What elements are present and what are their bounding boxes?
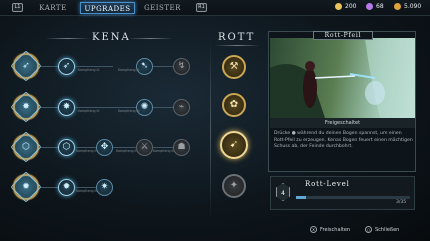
tab-geister[interactable]: GEISTER: [140, 2, 185, 14]
skill-connector: [153, 147, 173, 148]
gem-value: 68: [376, 3, 384, 10]
tab-upgrades[interactable]: UPGRADES: [80, 2, 135, 14]
skill-connector: [153, 66, 173, 67]
sword-icon: ⚔: [140, 142, 149, 152]
skill-node[interactable]: ➷: [136, 58, 153, 75]
gem-icon: [366, 3, 373, 10]
skill-icon: ✷: [100, 182, 109, 192]
skill-icon: ✺: [140, 102, 149, 112]
rank-requirement: Kampfrang III: [78, 109, 100, 113]
skill-connector: [41, 187, 58, 188]
rank-requirement: Kampfrang II: [76, 149, 97, 153]
lock-icon: ↯: [177, 61, 186, 71]
rank-requirement: Kampfrang II: [116, 149, 137, 153]
lock-icon: ⌁: [178, 102, 185, 112]
skill-connector: [41, 147, 58, 148]
hammer-icon: ⚒: [229, 61, 239, 72]
level-progress-fill: [296, 196, 307, 199]
skill-connector: [153, 107, 173, 108]
level-progress-bar: [296, 196, 410, 199]
staff-icon: ✸: [22, 101, 30, 112]
skill-node[interactable]: ⬡: [58, 139, 75, 156]
skill-connector: [75, 187, 96, 188]
preview-scene-graphic: [270, 38, 415, 118]
shield-base-node[interactable]: ⬡: [13, 134, 39, 160]
skill-node[interactable]: ✸: [58, 99, 75, 116]
rott-upgrade-arrow[interactable]: ➹: [220, 131, 248, 159]
next-tab-key[interactable]: R1: [196, 3, 207, 12]
level-progress-text: 3/35: [396, 200, 407, 205]
lock-icon: ☗: [177, 142, 186, 152]
skill-node[interactable]: ✷: [96, 179, 113, 196]
bow-base-node[interactable]: ➶: [13, 53, 39, 79]
tab-karte[interactable]: KARTE: [32, 2, 74, 14]
staff-base-node[interactable]: ✸: [13, 94, 39, 120]
rott-icon: ✿: [229, 99, 239, 110]
coin-value: 200: [345, 3, 357, 10]
skill-icon: ✹: [62, 182, 71, 192]
rott-arrow-icon: ➹: [229, 139, 239, 150]
coin-counter: 200: [335, 3, 356, 10]
bow-icon: ➶: [22, 60, 30, 71]
cross-button-icon: ✕: [310, 226, 317, 233]
bomb-base-node[interactable]: ✹: [13, 174, 39, 200]
divider-ornament: [45, 38, 90, 39]
rank-requirement: Kampfrang III: [118, 68, 140, 72]
unlock-status: Freigeschaltet: [270, 118, 415, 128]
prev-tab-key[interactable]: L1: [12, 3, 23, 12]
close-hint[interactable]: ○ Schließen: [365, 226, 399, 233]
rott-section-title: ROTT: [218, 32, 256, 43]
skill-connector: [75, 107, 136, 108]
locked-skill-node[interactable]: ☗: [173, 139, 190, 156]
skill-connector: [75, 66, 113, 67]
section-separator: [210, 40, 211, 220]
rank-requirement: Kampfrang III: [118, 109, 140, 113]
locked-skill-node[interactable]: ↯: [173, 58, 190, 75]
rank-requirement: Kampfrang III: [78, 68, 100, 72]
divider-ornament: [215, 45, 260, 46]
skill-node[interactable]: ✺: [136, 99, 153, 116]
skill-node[interactable]: ✹: [58, 179, 75, 196]
skill-icon: ✥: [100, 142, 109, 152]
detail-description: Drücke ● während du deinen Bogen spannst…: [274, 131, 413, 149]
skill-icon: ➶: [62, 61, 71, 71]
skill-connector: [41, 107, 58, 108]
rott-upgrade-hammer[interactable]: ⚒: [222, 55, 246, 79]
karma-icon: [394, 3, 401, 10]
rank-requirement: Kampfrang III: [153, 149, 175, 153]
divider-ornament: [128, 38, 173, 39]
skill-node[interactable]: ✥: [96, 139, 113, 156]
circle-button-icon: ○: [365, 226, 372, 233]
close-label: Schließen: [375, 226, 400, 233]
skill-node[interactable]: ➶: [58, 58, 75, 75]
skill-icon: ✸: [62, 102, 71, 112]
kena-section-title: KENA: [92, 32, 131, 43]
karma-counter: 5.090: [394, 3, 421, 10]
detail-title: Rott-Pfeil: [313, 31, 373, 40]
rott-upgrade-locked[interactable]: ✦: [222, 174, 246, 198]
preview-image: [270, 38, 415, 118]
lock-icon: ✦: [229, 180, 239, 191]
level-title: Rott-Level: [305, 180, 350, 188]
locked-skill-node[interactable]: ⚔: [136, 139, 153, 156]
skill-icon: ⬡: [62, 142, 71, 152]
locked-skill-node[interactable]: ⌁: [173, 99, 190, 116]
unlock-label: Freischalten: [320, 226, 351, 233]
skill-connector: [113, 147, 136, 148]
unlock-hint[interactable]: ✕ Freischalten: [310, 226, 350, 233]
skill-connector: [75, 147, 96, 148]
bomb-icon: ✹: [22, 181, 30, 192]
skill-icon: ➷: [140, 61, 149, 71]
skill-connector: [41, 66, 58, 67]
shield-icon: ⬡: [22, 141, 30, 152]
rott-upgrade-flower[interactable]: ✿: [222, 93, 246, 117]
gem-counter: 68: [366, 3, 384, 10]
rank-requirement: Kampfrang III: [76, 189, 98, 193]
karma-value: 5.090: [404, 3, 422, 10]
coin-icon: [335, 3, 342, 10]
